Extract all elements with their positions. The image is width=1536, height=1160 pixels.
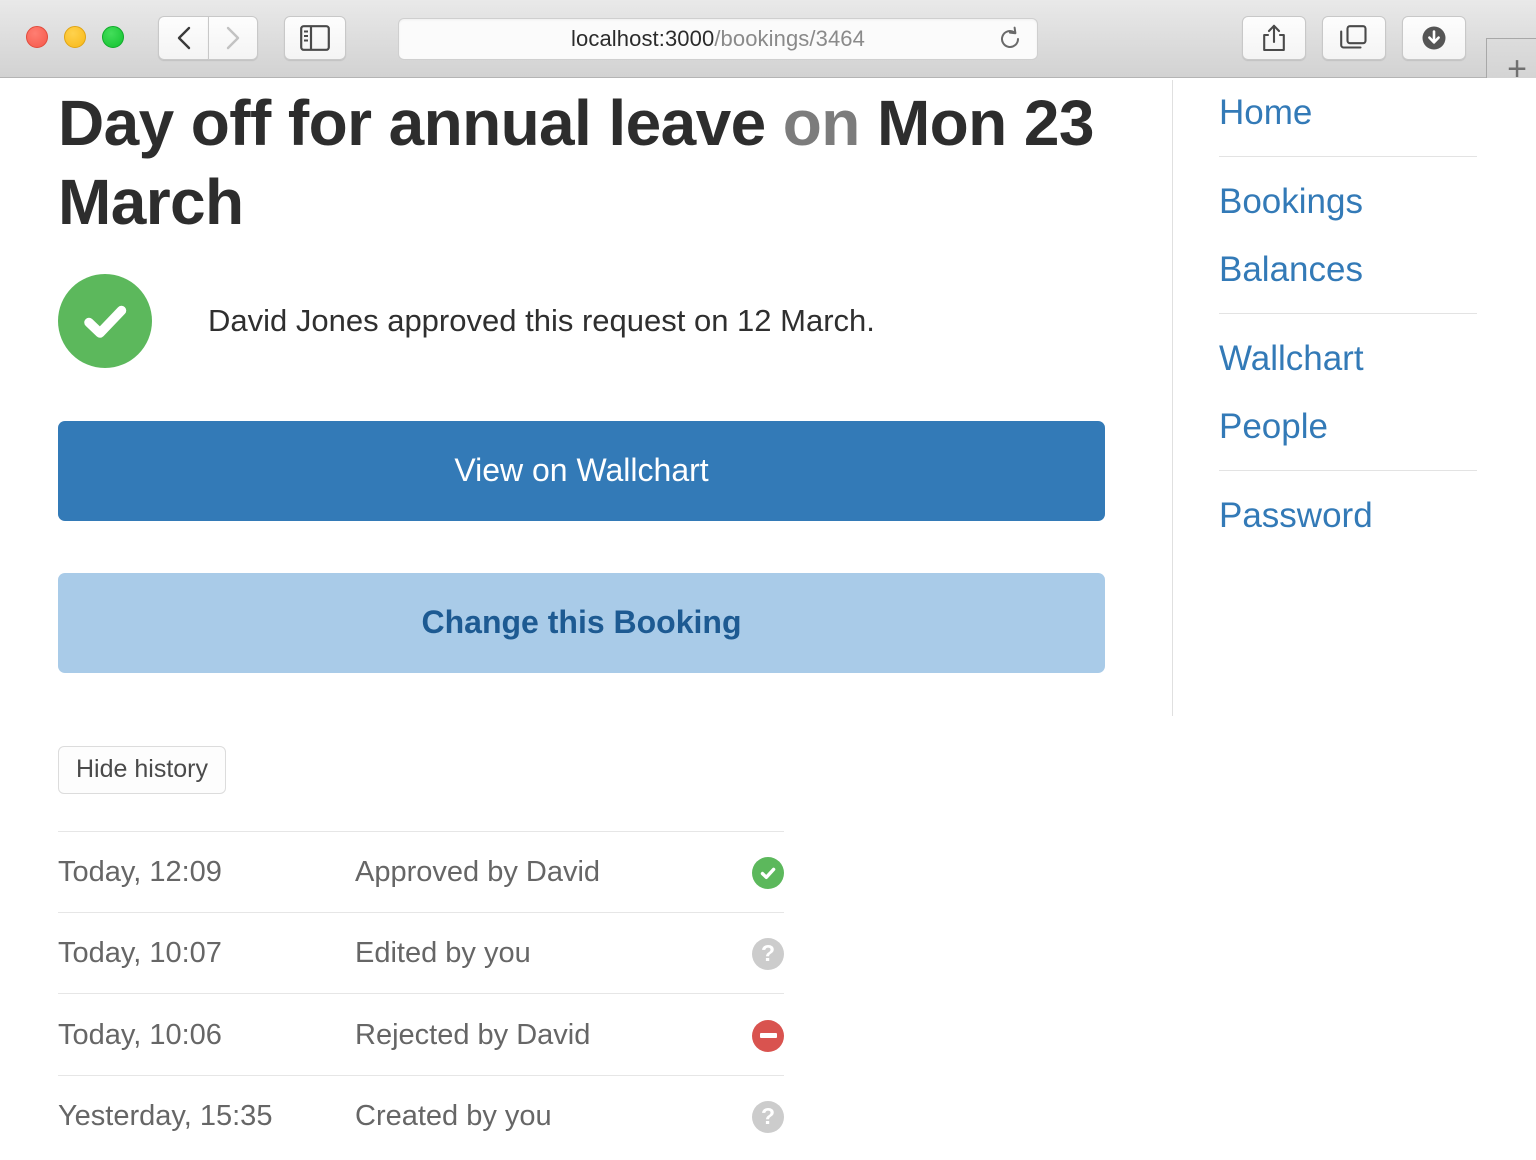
sidebar-divider (1219, 313, 1477, 314)
change-booking-button[interactable]: Change this Booking (58, 572, 1105, 673)
minus-glyph (759, 1033, 777, 1039)
window-traffic-lights (26, 26, 124, 48)
history-table-body: Today, 12:09 Approved by David Today, 10… (58, 831, 784, 1156)
history-status-cell (730, 831, 784, 912)
question-circle-icon: ? (752, 1101, 784, 1134)
sidebar-navigation: Home Bookings Balances Wallchart People … (1219, 78, 1519, 549)
history-time: Today, 12:09 (58, 855, 222, 888)
page-title-preposition: on (765, 87, 877, 159)
download-icon (1422, 26, 1446, 50)
chevron-left-icon (177, 26, 190, 50)
history-status-cell (730, 994, 784, 1075)
minus-circle-icon (752, 1019, 784, 1052)
sidebar-item-people[interactable]: People (1219, 392, 1519, 460)
table-row: Today, 10:06 Rejected by David (58, 993, 784, 1075)
tab-overview-button[interactable] (1322, 16, 1386, 60)
hide-history-button[interactable]: Hide history (58, 745, 226, 794)
history-action: Rejected by David (355, 1018, 591, 1051)
url-path: /bookings/3464 (714, 26, 865, 51)
history-action: Approved by David (355, 855, 601, 888)
table-row: Today, 10:07 Edited by you ? (58, 912, 784, 994)
sidebar-item-bookings[interactable]: Bookings (1219, 167, 1519, 235)
page-title-primary: Day off for annual leave (58, 87, 766, 159)
downloads-button[interactable] (1402, 16, 1466, 60)
history-time: Yesterday, 15:35 (58, 1099, 273, 1132)
check-mark-icon (84, 305, 127, 338)
back-button[interactable] (158, 16, 208, 60)
page-body: Day off for annual leave on Mon 23 March… (0, 78, 1536, 1160)
url-text: localhost:3000/bookings/3464 (571, 26, 865, 52)
table-row: Yesterday, 15:35 Created by you ? (58, 1075, 784, 1156)
toolbar-right-actions (1242, 16, 1466, 60)
main-content: Day off for annual leave on Mon 23 March… (58, 78, 1152, 1156)
navigation-buttons (158, 16, 258, 60)
sidebar-item-balances[interactable]: Balances (1219, 235, 1519, 303)
chevron-right-icon (226, 26, 240, 50)
history-action: Edited by you (355, 937, 531, 970)
minimize-window-button[interactable] (64, 26, 86, 48)
sidebar-item-wallchart[interactable]: Wallchart (1219, 324, 1519, 392)
check-mark-icon (760, 867, 776, 880)
sidebar-item-home[interactable]: Home (1219, 78, 1519, 146)
share-icon (1263, 24, 1285, 52)
close-window-button[interactable] (26, 26, 48, 48)
browser-toolbar: localhost:3000/bookings/3464 + (0, 0, 1536, 100)
history-section: Hide history Today, 12:09 Approved by Da… (58, 673, 1152, 1156)
question-mark-glyph: ? (760, 939, 776, 966)
sidebar-toggle-button[interactable] (284, 16, 346, 60)
share-button[interactable] (1242, 16, 1306, 60)
history-status-cell: ? (730, 913, 784, 994)
url-host: localhost:3000 (571, 26, 715, 51)
sidebar-divider (1219, 470, 1477, 471)
table-row: Today, 12:09 Approved by David (58, 831, 784, 912)
page-title: Day off for annual leave on Mon 23 March (58, 78, 1152, 243)
check-circle-icon (58, 273, 152, 368)
history-action: Created by you (355, 1099, 552, 1132)
history-time: Today, 10:07 (58, 937, 222, 970)
sidebar-item-password[interactable]: Password (1219, 481, 1519, 549)
approval-message: David Jones approved this request on 12 … (208, 302, 875, 338)
sidebar-vertical-divider (1172, 80, 1173, 716)
question-mark-glyph: ? (760, 1102, 776, 1129)
view-on-wallchart-button[interactable]: View on Wallchart (58, 420, 1105, 521)
address-bar[interactable]: localhost:3000/bookings/3464 (398, 18, 1038, 60)
question-circle-icon: ? (752, 938, 784, 971)
check-circle-icon (752, 857, 784, 890)
history-table: Today, 12:09 Approved by David Today, 10… (58, 831, 784, 1156)
approval-status: David Jones approved this request on 12 … (58, 273, 1152, 369)
zoom-window-button[interactable] (102, 26, 124, 48)
history-status-cell: ? (730, 1075, 784, 1156)
reload-icon (1001, 26, 1019, 48)
history-time: Today, 10:06 (58, 1018, 222, 1051)
sidebar-icon (300, 25, 330, 51)
reload-button[interactable] (997, 26, 1023, 52)
sidebar-divider (1219, 156, 1477, 157)
tabs-icon (1340, 25, 1367, 49)
forward-button[interactable] (208, 16, 258, 60)
